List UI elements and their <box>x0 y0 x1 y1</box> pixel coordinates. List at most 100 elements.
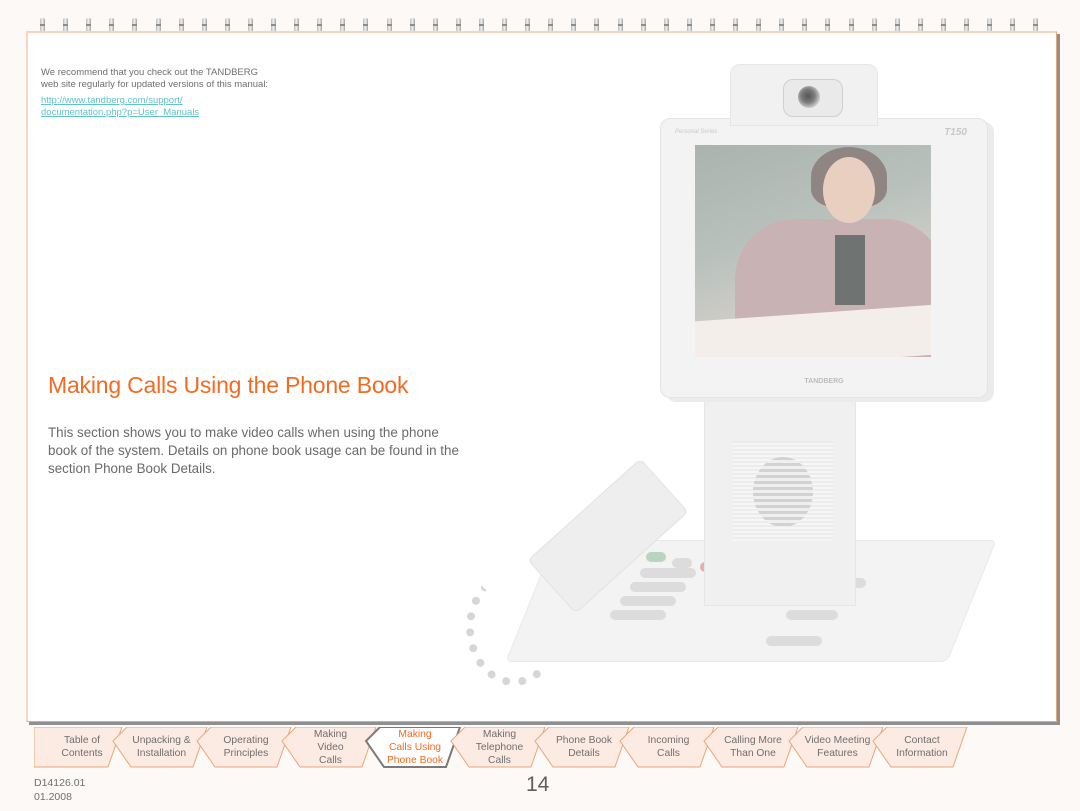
camera-housing <box>730 64 878 126</box>
tab-label: Unpacking & Installation <box>132 734 190 760</box>
tab-label-line: Features <box>817 748 858 759</box>
camera-icon <box>783 79 843 117</box>
binder-ring <box>63 18 69 32</box>
tab-label-line: Making <box>313 728 348 740</box>
brand-label: TANDBERG <box>804 378 844 385</box>
tab-label: Making Telephone Calls <box>476 728 524 767</box>
binder-ring <box>317 18 323 32</box>
binder-ring <box>594 18 600 32</box>
tab-label-line: Calls <box>657 748 680 759</box>
mute-key-icon <box>786 610 838 620</box>
binder-ring <box>548 18 554 32</box>
person-shirt <box>835 235 865 305</box>
tab-label-line: Incoming <box>647 735 690 746</box>
keypad-row-3 <box>620 596 676 606</box>
manual-link-line1[interactable]: http://www.tandberg.com/support/ <box>41 95 271 107</box>
binder-ring <box>894 18 900 32</box>
binder-ring <box>571 18 577 32</box>
binder-ring <box>848 18 854 32</box>
document-date: 01.2008 <box>34 791 72 803</box>
binder-ring <box>432 18 438 32</box>
tab-contact-information[interactable]: Contact Information <box>869 727 975 768</box>
tab-label-line: Details <box>568 748 600 759</box>
tab-label-line: Phone Book <box>386 754 444 766</box>
website-note-text: We recommend that you check out the TAND… <box>41 67 269 90</box>
binder-ring <box>478 18 484 32</box>
binder-ring <box>663 18 669 32</box>
binder-ring <box>132 18 138 32</box>
keypad-row-1 <box>640 568 696 578</box>
binder-ring <box>987 18 993 32</box>
tab-label-line: Phone Book <box>555 735 613 746</box>
speaker-grille <box>733 441 833 541</box>
binder-ring <box>825 18 831 32</box>
binder-ring <box>686 18 692 32</box>
tab-label-line: Information <box>896 748 948 759</box>
keypad-row-4 <box>610 610 666 620</box>
binder-ring <box>756 18 762 32</box>
tab-label-line: Making <box>482 728 517 740</box>
person-face <box>823 157 875 223</box>
document-on-desk <box>695 304 931 357</box>
tab-label-line: Video <box>317 741 344 753</box>
binder-ring <box>779 18 785 32</box>
tab-label: Operating Principles <box>223 734 268 760</box>
phonebook-key-icon <box>672 558 692 568</box>
chapter-tabs: Table of Contents Unpacking & Installation O… <box>34 727 1034 771</box>
binder-ring <box>802 18 808 32</box>
monitor: Personal Series T150 TANDBERG <box>660 118 988 398</box>
tab-label-line: Installation <box>136 748 187 759</box>
tab-label-line: Calls <box>319 754 342 766</box>
camera-lens <box>798 86 820 108</box>
tab-label-line: Than One <box>730 748 776 759</box>
binder-ring <box>155 18 161 32</box>
section-intro: This section shows you to make video cal… <box>48 425 459 476</box>
binder-ring <box>964 18 969 32</box>
manual-link-line2[interactable]: documentation.php?p=User_Manuals <box>41 107 271 119</box>
tab-label-line: Making <box>398 728 432 740</box>
website-note: We recommend that you check out the TAND… <box>41 67 271 119</box>
document-id: D14126.01 01.2008 <box>34 776 85 804</box>
binder-ring <box>709 18 715 32</box>
call-key-icon <box>646 552 666 562</box>
tab-label-line: Calls <box>488 754 511 766</box>
binder-ring <box>455 18 461 32</box>
tab-label: Contact Information <box>896 734 948 760</box>
tab-label: Incoming Calls <box>648 734 690 760</box>
binder-ring <box>1033 18 1039 32</box>
tab-label-line: Telephone <box>475 741 524 753</box>
speaker-icon <box>753 457 813 527</box>
binder-ring <box>733 18 738 32</box>
tab-label: Phone Book Details <box>556 734 612 760</box>
binder-ring <box>178 18 184 32</box>
binder-ring <box>109 18 115 32</box>
tab-label: Making Video Calls <box>314 728 347 767</box>
tab-label-line: Unpacking & <box>132 735 191 746</box>
binder-ring <box>386 18 392 32</box>
tab-label: Calling More Than One <box>724 734 782 760</box>
binder-ring <box>525 18 531 32</box>
binder-ring <box>502 18 507 32</box>
keypad-row-2 <box>630 582 686 592</box>
monitor-stand <box>704 394 856 606</box>
binder-ring <box>940 18 946 32</box>
binder-ring <box>363 18 369 32</box>
binder-ring <box>86 18 92 32</box>
binder-ring <box>40 18 45 32</box>
tab-label: Table of Contents <box>61 734 102 760</box>
binder-ring <box>917 18 923 32</box>
binder-ring <box>247 18 253 32</box>
tab-label-line: Contents <box>61 748 103 759</box>
binder-ring <box>340 18 346 32</box>
page-number: 14 <box>526 773 550 796</box>
tab-label-line: Calls Using <box>388 741 442 753</box>
tab-label-line: Contact <box>904 735 940 746</box>
binder-ring <box>224 18 230 32</box>
tab-label: Video Meeting Features <box>805 734 871 760</box>
speaker-key-icon <box>766 636 822 646</box>
screen-image <box>695 145 931 357</box>
tab-label: Making Calls Using Phone Book <box>387 728 443 767</box>
tab-label-line: Principles <box>223 748 269 759</box>
model-label: T150 <box>944 127 967 138</box>
tab-label-line: Video Meeting <box>804 735 871 746</box>
